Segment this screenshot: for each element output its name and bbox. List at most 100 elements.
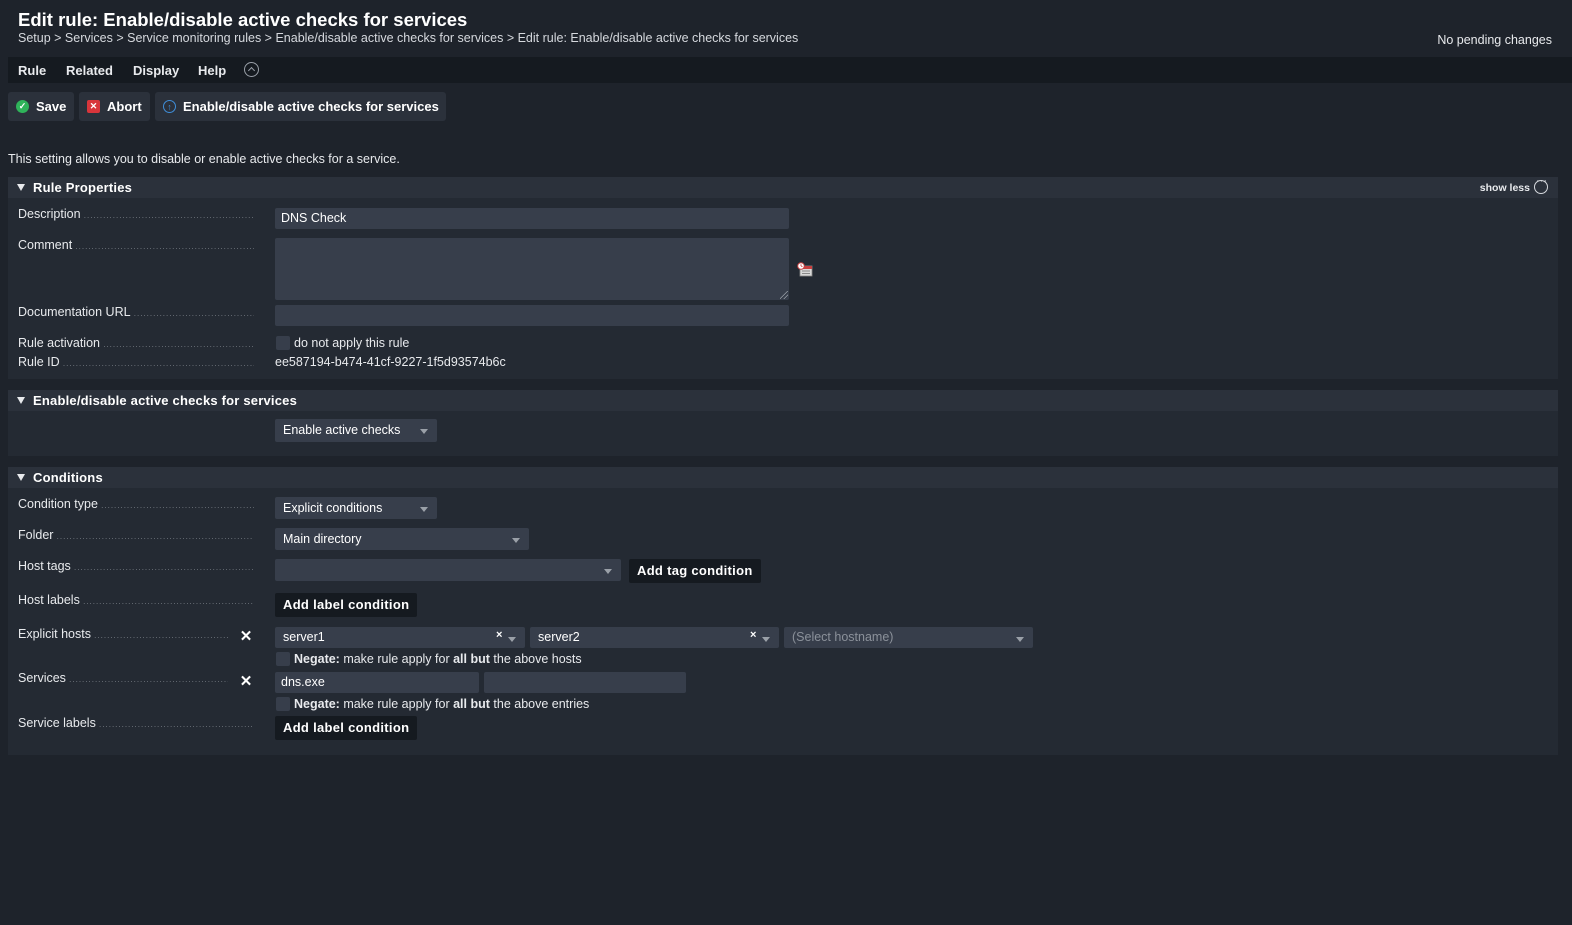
host-value: server2	[538, 630, 580, 644]
rule-properties-header[interactable]: Rule Properties show less	[8, 175, 1558, 198]
active-checks-select[interactable]: Enable active checks	[275, 419, 437, 442]
disable-rule-text: do not apply this rule	[294, 336, 410, 350]
menu-display[interactable]: Display	[133, 63, 179, 78]
description-label: Description	[18, 207, 254, 221]
menu-help[interactable]: Help	[198, 63, 226, 78]
negate-bold: Negate:	[294, 697, 340, 711]
page-title: Edit rule: Enable/disable active checks …	[18, 9, 468, 30]
folder-label: Folder	[18, 528, 254, 542]
chevron-down-icon	[604, 569, 612, 574]
negate-tail: the above entries	[489, 697, 590, 711]
activation-label: Rule activation	[18, 336, 254, 350]
services-label: Services	[18, 671, 228, 685]
chevron-down-icon	[508, 637, 516, 642]
negate-hosts-checkbox[interactable]	[276, 652, 290, 666]
info-icon: ↑	[163, 100, 176, 113]
save-button[interactable]: ✓ Save	[8, 92, 74, 121]
ruleset-label: Enable/disable active checks for service…	[183, 99, 439, 114]
triangle-down-icon	[17, 184, 25, 191]
host-labels-label: Host labels	[18, 593, 254, 607]
negate-hosts-text: Negate: make rule apply for all but the …	[294, 652, 582, 666]
doc-url-label: Documentation URL	[18, 305, 254, 319]
more-icon[interactable]	[1534, 175, 1548, 194]
breadcrumb-item[interactable]: Setup	[18, 31, 51, 45]
folder-select[interactable]: Main directory	[275, 528, 529, 550]
host-select-new[interactable]: (Select hostname)	[784, 627, 1033, 648]
active-checks-value: Enable active checks	[283, 423, 401, 437]
host-tags-select[interactable]	[275, 559, 621, 581]
negate-tail: the above hosts	[489, 652, 582, 666]
breadcrumb-item: Edit rule: Enable/disable active checks …	[517, 31, 799, 45]
doc-url-input[interactable]	[275, 305, 789, 326]
resize-grip-icon[interactable]	[780, 291, 788, 299]
comment-textarea[interactable]	[275, 238, 789, 300]
chevron-down-icon	[762, 637, 770, 642]
breadcrumb-item[interactable]: Service monitoring rules	[127, 31, 261, 45]
abort-button[interactable]: ✕ Abort	[79, 92, 150, 121]
abort-icon: ✕	[87, 100, 100, 113]
host-placeholder: (Select hostname)	[792, 630, 894, 644]
service-input-2[interactable]	[484, 672, 686, 693]
section-title: Enable/disable active checks for service…	[33, 393, 298, 408]
collapse-up-icon[interactable]	[244, 62, 259, 77]
rule-properties-section: Rule Properties show less Description DN…	[8, 175, 1558, 379]
host-select-2[interactable]: server2 ×	[530, 627, 779, 648]
close-icon[interactable]: ✕	[239, 674, 253, 689]
chevron-down-icon	[420, 429, 428, 434]
clear-icon[interactable]: ×	[496, 629, 502, 641]
negate-services-checkbox[interactable]	[276, 697, 290, 711]
triangle-down-icon	[17, 474, 25, 481]
clear-icon[interactable]: ×	[750, 629, 756, 641]
triangle-down-icon	[17, 397, 25, 404]
rule-id-value: ee587194-b474-41cf-9227-1f5d93574b6c	[275, 355, 506, 369]
value-section: Enable/disable active checks for service…	[8, 390, 1558, 456]
menu-related[interactable]: Related	[66, 63, 113, 78]
breadcrumb-item[interactable]: Services	[65, 31, 113, 45]
section-title: Rule Properties	[33, 180, 133, 195]
check-circle-icon: ✓	[16, 100, 29, 113]
negate-pre: make rule apply for	[339, 652, 454, 666]
negate-all: all	[453, 652, 467, 666]
breadcrumb-item[interactable]: Enable/disable active checks for service…	[275, 31, 503, 45]
chevron-down-icon	[512, 538, 520, 543]
negate-but: but	[470, 652, 490, 666]
pending-changes[interactable]: No pending changes	[1437, 33, 1552, 47]
service-input-1[interactable]: dns.exe	[275, 672, 479, 693]
folder-value: Main directory	[283, 532, 362, 546]
disable-rule-checkbox[interactable]	[276, 336, 290, 350]
ruleset-button[interactable]: ↑ Enable/disable active checks for servi…	[155, 92, 446, 121]
negate-bold: Negate:	[294, 652, 340, 666]
negate-but: but	[470, 697, 490, 711]
description-input[interactable]: DNS Check	[275, 208, 789, 229]
chevron-down-icon	[420, 507, 428, 512]
condition-type-select[interactable]: Explicit conditions	[275, 497, 437, 519]
add-host-label-condition-button[interactable]: Add label condition	[275, 593, 418, 617]
condition-type-value: Explicit conditions	[283, 501, 383, 515]
breadcrumb: Setup > Services > Service monitoring ru…	[18, 31, 799, 45]
explicit-hosts-label: Explicit hosts	[18, 627, 228, 641]
add-tag-condition-button[interactable]: Add tag condition	[629, 559, 761, 583]
host-value: server1	[283, 630, 325, 644]
rule-id-label: Rule ID	[18, 355, 254, 369]
close-icon[interactable]: ✕	[239, 629, 253, 644]
menu-rule[interactable]: Rule	[18, 63, 46, 78]
host-tags-label: Host tags	[18, 559, 254, 573]
intro-text: This setting allows you to disable or en…	[8, 152, 400, 166]
abort-label: Abort	[107, 99, 142, 114]
value-section-header[interactable]: Enable/disable active checks for service…	[8, 390, 1558, 411]
conditions-header[interactable]: Conditions	[8, 467, 1558, 488]
conditions-section: Conditions Condition type Explicit condi…	[8, 467, 1558, 755]
host-select-1[interactable]: server1 ×	[275, 627, 525, 648]
negate-services-text: Negate: make rule apply for all but the …	[294, 697, 589, 711]
save-label: Save	[36, 99, 67, 114]
menu-bar: Rule Related Display Help	[8, 57, 1572, 83]
condition-type-label: Condition type	[18, 497, 254, 511]
comment-label: Comment	[18, 238, 254, 252]
show-less-link[interactable]: show less	[1480, 182, 1530, 194]
section-title: Conditions	[33, 470, 103, 485]
service-labels-label: Service labels	[18, 716, 254, 730]
negate-pre: make rule apply for	[339, 697, 454, 711]
add-service-label-condition-button[interactable]: Add label condition	[275, 716, 418, 740]
negate-all: all	[453, 697, 467, 711]
calendar-icon[interactable]	[797, 262, 813, 277]
